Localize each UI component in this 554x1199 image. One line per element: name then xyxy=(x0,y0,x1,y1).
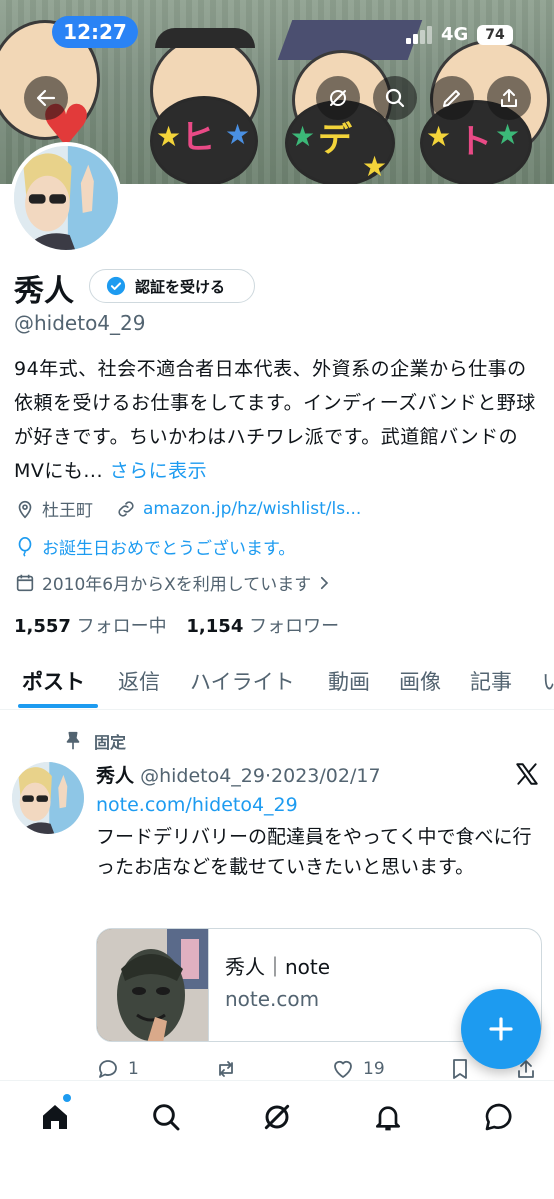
chevron-right-icon xyxy=(321,576,329,589)
edit-pencil-icon xyxy=(443,90,460,107)
post-text: フードデリバリーの配達員をやってく中で食べに行ったお店などを載せていきたいと思い… xyxy=(96,826,532,878)
nav-search[interactable] xyxy=(146,1097,186,1137)
profile-tabs: ポスト 返信 ハイライト 動画 画像 記事 い xyxy=(0,658,554,710)
profile-joined-row[interactable]: 2010年6月からXを利用しています xyxy=(14,570,339,595)
tab-replies[interactable]: 返信 xyxy=(118,666,160,696)
tab-photos[interactable]: 画像 xyxy=(399,666,441,696)
link-icon xyxy=(118,500,134,517)
profile-joined: 2010年6月からXを利用しています xyxy=(42,575,312,595)
cellular-signal-icon xyxy=(406,26,434,44)
like-icon xyxy=(334,1060,352,1078)
pin-icon xyxy=(66,731,80,750)
post-avatar[interactable] xyxy=(12,762,84,834)
followers-link[interactable]: 1,154 フォロワー xyxy=(186,616,339,637)
tab-videos[interactable]: 動画 xyxy=(328,666,370,696)
avatar-illustration xyxy=(14,146,118,250)
card-title: 秀人｜note xyxy=(225,955,331,979)
back-button[interactable] xyxy=(24,76,68,120)
x-logo-icon[interactable] xyxy=(514,761,540,787)
messages-icon xyxy=(485,1103,512,1131)
search-button[interactable] xyxy=(373,76,417,120)
like-button[interactable]: 19 xyxy=(331,1055,385,1083)
notifications-icon xyxy=(376,1106,400,1131)
back-arrow-icon xyxy=(36,89,56,107)
nav-grok[interactable] xyxy=(257,1097,297,1137)
nav-notifications[interactable] xyxy=(368,1097,408,1137)
post-author-name[interactable]: 秀人 xyxy=(96,765,134,787)
tab-likes[interactable]: い xyxy=(542,666,554,696)
edit-button[interactable] xyxy=(430,76,474,120)
card-domain: note.com xyxy=(225,987,320,1011)
profile-name: 秀人 xyxy=(14,274,74,309)
pinned-label-row: 固定 xyxy=(62,729,126,753)
post-link[interactable]: note.com/hideto4_29 xyxy=(96,794,298,816)
post-header: 秀人 @hideto4_29·2023/02/17 xyxy=(96,765,381,787)
profile-birthday: お誕生日おめでとうございます。 xyxy=(42,539,296,559)
compose-post-button[interactable] xyxy=(461,989,541,1069)
followers-count: 1,154 xyxy=(186,616,244,637)
avatar-illustration xyxy=(12,762,84,834)
followers-label: フォロワー xyxy=(249,616,340,637)
show-more-link[interactable]: さらに表示 xyxy=(110,460,208,482)
active-tab-indicator xyxy=(18,704,98,708)
calendar-icon xyxy=(16,574,34,591)
profile-website-link[interactable]: amazon.jp/hz/wishlist/ls... xyxy=(143,499,361,519)
location-pin-icon xyxy=(18,500,32,518)
post-author-handle: @hideto4_29 xyxy=(140,765,265,787)
status-time: 12:27 xyxy=(52,16,138,48)
post-date: 2023/02/17 xyxy=(271,765,381,787)
home-notification-dot xyxy=(63,1094,71,1102)
tab-highlights[interactable]: ハイライト xyxy=(190,666,295,696)
profile-avatar[interactable] xyxy=(10,142,122,254)
nav-home[interactable] xyxy=(35,1097,75,1137)
card-thumbnail xyxy=(97,929,209,1041)
banner-mask-text: ト xyxy=(458,122,492,162)
get-verified-label: 認証を受ける xyxy=(135,277,226,296)
follow-counts: 1,557 フォロー中 1,154 フォロワー xyxy=(14,612,339,638)
grok-icon xyxy=(330,90,346,106)
balloon-icon xyxy=(18,536,32,557)
profile-birthday-row: お誕生日おめでとうございます。 xyxy=(14,534,295,559)
share-button[interactable] xyxy=(487,76,531,120)
plus-icon xyxy=(489,1017,513,1041)
reply-icon xyxy=(99,1060,117,1078)
reply-count: 1 xyxy=(128,1059,139,1079)
network-type: 4G xyxy=(441,24,469,45)
following-label: フォロー中 xyxy=(76,616,167,637)
tab-articles[interactable]: 記事 xyxy=(470,666,512,696)
get-verified-button[interactable]: 認証を受ける xyxy=(89,269,255,303)
profile-handle: @hideto4_29 xyxy=(14,311,146,335)
verified-badge-icon xyxy=(106,276,126,296)
profile-bio: 94年式、社会不適合者日本代表、外資系の企業から仕事の依頼を受けるお仕事をしてま… xyxy=(14,352,544,488)
battery-icon: 74 xyxy=(477,25,513,45)
search-icon xyxy=(153,1104,180,1131)
home-icon xyxy=(43,1105,67,1129)
pinned-label: 固定 xyxy=(94,733,127,752)
search-icon xyxy=(385,88,405,108)
tab-posts[interactable]: ポスト xyxy=(22,666,85,696)
nav-messages[interactable] xyxy=(479,1097,519,1137)
like-count: 19 xyxy=(363,1059,385,1079)
share-icon xyxy=(501,89,517,107)
banner-mask-text: ヒ xyxy=(181,118,215,158)
reply-button[interactable]: 1 xyxy=(96,1055,139,1083)
profile-location: 杜王町 xyxy=(42,501,93,521)
mask-photo-illustration xyxy=(97,929,208,1041)
bio-text: 94年式、社会不適合者日本代表、外資系の企業から仕事の依頼を受けるお仕事をしてま… xyxy=(14,358,536,482)
grok-button[interactable] xyxy=(316,76,360,120)
bottom-navigation xyxy=(0,1080,554,1199)
profile-meta-location-link: 杜王町 amazon.jp/hz/wishlist/ls... xyxy=(14,496,361,521)
bookmark-icon xyxy=(453,1059,467,1079)
following-link[interactable]: 1,557 フォロー中 xyxy=(14,616,167,637)
repost-icon xyxy=(219,1061,233,1077)
following-count: 1,557 xyxy=(14,616,71,637)
repost-button[interactable] xyxy=(214,1055,246,1083)
grok-icon xyxy=(264,1104,290,1130)
